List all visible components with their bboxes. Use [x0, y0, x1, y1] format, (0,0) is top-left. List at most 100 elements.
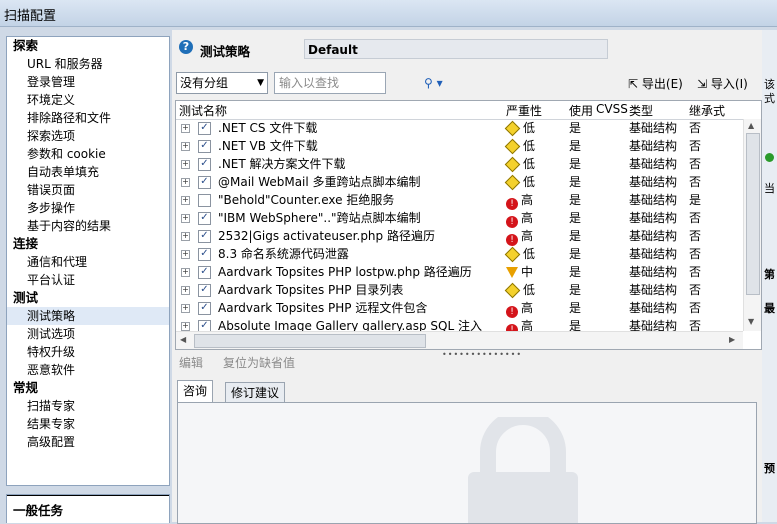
scroll-up-icon[interactable]: ▲ — [748, 121, 754, 130]
table-row[interactable]: + ✓ @Mail WebMail 多重跨站点脚本编制 低 是 基础结构否 — [176, 173, 743, 191]
severity-label: 低 — [523, 283, 536, 297]
use-cell: 是 — [569, 247, 582, 261]
enable-checkbox[interactable]: ✓ — [198, 140, 211, 153]
scroll-down-icon[interactable]: ▼ — [748, 317, 754, 326]
col-header-use[interactable]: 使用 — [569, 102, 593, 119]
expand-icon[interactable]: + — [181, 232, 190, 241]
tab-fix-recommendation[interactable]: 修订建议 — [225, 382, 286, 403]
expand-icon[interactable]: + — [181, 196, 190, 205]
enable-checkbox[interactable] — [198, 194, 211, 207]
sidebar-item[interactable]: 错误页面 — [7, 181, 169, 199]
enable-checkbox[interactable]: ✓ — [198, 266, 211, 279]
col-header-cvss[interactable]: CVSS — [596, 102, 628, 116]
expand-icon[interactable]: + — [181, 268, 190, 277]
sidebar-item[interactable]: 参数和 cookie — [7, 145, 169, 163]
enable-checkbox[interactable]: ✓ — [198, 302, 211, 315]
sidebar-item[interactable]: 登录管理 — [7, 73, 169, 91]
expand-icon[interactable]: + — [181, 178, 190, 187]
severity-label: 高 — [521, 301, 534, 315]
sidebar-item[interactable]: 测试选项 — [7, 325, 169, 343]
general-tasks-label: 一般任务 — [13, 503, 64, 518]
table-row[interactable]: + ✓ .NET 解决方案文件下载 低 是 基础结构否 — [176, 155, 743, 173]
col-header-inherit[interactable]: 继承式 — [689, 102, 725, 119]
expand-icon[interactable]: + — [181, 322, 190, 331]
sidebar-item[interactable]: 自动表单填充 — [7, 163, 169, 181]
sidebar-item[interactable]: 通信和代理 — [7, 253, 169, 271]
inherit-cell: 否 — [689, 247, 702, 261]
table-row[interactable]: + ✓ "IBM WebSphere".."跨站点脚本编制 ! 高 是 基础结构否 — [176, 209, 743, 228]
table-row[interactable]: + ✓ 8.3 命名系统源代码泄露 低 是 基础结构否 — [176, 245, 743, 263]
sidebar-item[interactable]: 平台认证 — [7, 271, 169, 289]
col-header-severity[interactable]: 严重性 — [506, 102, 542, 119]
severity-cell: ! 高 — [506, 209, 533, 228]
edit-button[interactable]: 编辑 — [179, 354, 203, 371]
grid-header: 测试名称 严重性 使用 CVSS 类型 继承式 — [176, 101, 761, 120]
table-row[interactable]: + ✓ .NET VB 文件下载 低 是 基础结构否 — [176, 137, 743, 155]
search-input[interactable]: 输入以查找 — [274, 72, 386, 94]
inherit-cell: 否 — [689, 121, 702, 135]
table-row[interactable]: + "Behold"Counter.exe 拒绝服务! 高是基础结构是 — [176, 191, 743, 210]
sidebar-item[interactable]: 基于内容的结果 — [7, 217, 169, 235]
sidebar-item[interactable]: 多步操作 — [7, 199, 169, 217]
sidebar-item[interactable]: URL 和服务器 — [7, 55, 169, 73]
col-header-name[interactable]: 测试名称 — [179, 102, 227, 119]
table-row[interactable]: + ✓ 2532|Gigs activateuser.php 路径遍历 ! 高 是 基础结构… — [176, 227, 743, 246]
general-tasks-panel[interactable]: 一般任务 — [6, 494, 170, 523]
sidebar-item[interactable]: 扫描专家 — [7, 397, 169, 415]
import-icon: ⇲ — [697, 77, 708, 91]
enable-checkbox[interactable]: ✓ — [198, 284, 211, 297]
table-row[interactable]: + ✓ Aardvark Topsites PHP 目录列表 低 是 基础结构否 — [176, 281, 743, 299]
hscroll-thumb[interactable] — [194, 334, 426, 348]
scroll-left-icon[interactable]: ◀ — [180, 335, 186, 344]
sidebar-item[interactable]: 高级配置 — [7, 433, 169, 451]
sidebar-item[interactable]: 恶意软件 — [7, 361, 169, 379]
expand-icon[interactable]: + — [181, 160, 190, 169]
use-cell: 是 — [569, 283, 582, 297]
vertical-scrollbar[interactable]: ▲ ▼ — [743, 119, 761, 331]
expand-icon[interactable]: + — [181, 142, 190, 151]
horizontal-scrollbar[interactable]: ◀ ▶ — [176, 331, 743, 349]
type-cell: 基础结构 — [629, 139, 678, 153]
table-row[interactable]: + ✓ .NET CS 文件下载 低 是 基础结构否 — [176, 119, 743, 137]
sidebar-item[interactable]: 特权升级 — [7, 343, 169, 361]
sidebar-item[interactable]: 排除路径和文件 — [7, 109, 169, 127]
table-row[interactable]: + ✓ Aardvark Topsites PHP lostpw.php 路径遍历 中… — [176, 263, 743, 281]
scroll-thumb[interactable] — [746, 133, 760, 295]
expand-icon[interactable]: + — [181, 304, 190, 313]
severity-cell: 低 — [504, 137, 535, 155]
use-cell: 是 — [569, 193, 582, 207]
export-button[interactable]: ⇱ 导出(E) — [628, 75, 683, 92]
import-label: 导入(I) — [710, 77, 748, 91]
use-cell: 是 — [569, 301, 582, 315]
sidebar-item[interactable]: 环境定义 — [7, 91, 169, 109]
type-cell: 基础结构 — [629, 175, 678, 189]
expand-icon[interactable]: + — [181, 250, 190, 259]
sidebar-item[interactable]: 结果专家 — [7, 415, 169, 433]
enable-checkbox[interactable]: ✓ — [198, 176, 211, 189]
sidebar-item[interactable]: 测试策略 — [7, 307, 169, 325]
import-button[interactable]: ⇲ 导入(I) — [697, 75, 748, 92]
enable-checkbox[interactable]: ✓ — [198, 230, 211, 243]
find-icon[interactable]: ⚲ ▾ — [424, 76, 443, 90]
status-icon — [765, 153, 774, 162]
type-cell: 基础结构 — [629, 157, 678, 171]
col-header-type[interactable]: 类型 — [629, 102, 653, 119]
expand-icon[interactable]: + — [181, 124, 190, 133]
test-name-cell: 8.3 命名系统源代码泄露 — [218, 247, 349, 261]
expand-icon[interactable]: + — [181, 214, 190, 223]
table-row[interactable]: + ✓ Aardvark Topsites PHP 远程文件包含 ! 高 是 基础结构否 — [176, 299, 743, 318]
sidebar-item[interactable]: 探索选项 — [7, 127, 169, 145]
tab-advisory[interactable]: 咨询 — [177, 380, 214, 403]
splitter-handle[interactable]: •••••••••••••• — [442, 350, 522, 359]
scroll-right-icon[interactable]: ▶ — [729, 335, 735, 344]
reset-defaults-button[interactable]: 复位为缺省值 — [223, 354, 295, 371]
expand-icon[interactable]: + — [181, 286, 190, 295]
group-by-select[interactable]: 没有分组 ▼ — [176, 72, 268, 94]
enable-checkbox[interactable]: ✓ — [198, 122, 211, 135]
enable-checkbox[interactable]: ✓ — [198, 158, 211, 171]
policy-name-field[interactable]: Default — [304, 39, 608, 59]
enable-checkbox[interactable]: ✓ — [198, 248, 211, 261]
help-icon[interactable]: ? — [179, 40, 193, 54]
test-grid: 测试名称 严重性 使用 CVSS 类型 继承式 + ✓ .NET CS 文件下载低是… — [175, 100, 762, 350]
enable-checkbox[interactable]: ✓ — [198, 212, 211, 225]
